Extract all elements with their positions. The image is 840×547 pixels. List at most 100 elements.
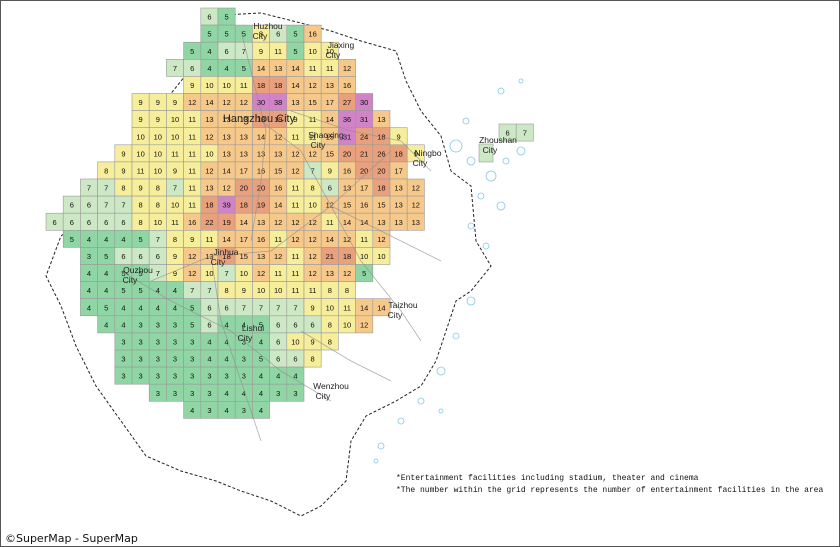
grid-cell-value: 3 (121, 337, 125, 346)
grid-cell-value: 4 (259, 337, 263, 346)
zhoushan-grid-cell-value: 7 (523, 129, 527, 138)
grid-cell-value: 10 (171, 132, 179, 141)
grid-cell-value: 4 (207, 64, 211, 73)
city-label[interactable]: Hangzhou City (223, 113, 296, 125)
city-label-suffix: City (311, 140, 326, 150)
grid-cell-value: 10 (136, 132, 144, 141)
grid-cell-value: 7 (156, 235, 160, 244)
city-label-suffix: City (123, 275, 138, 285)
grid-cell-value: 11 (309, 286, 317, 295)
map-credit: ©SuperMap - SuperMap (5, 532, 138, 545)
grid-cell-value: 3 (242, 372, 246, 381)
grid-cell-value: 13 (377, 115, 385, 124)
city-label[interactable]: Jiaxing (328, 40, 355, 50)
grid-cell-value: 6 (276, 337, 280, 346)
grid-cell-value: 4 (207, 337, 211, 346)
city-label[interactable]: Lishui (242, 323, 264, 333)
island (377, 442, 385, 450)
grid-cell-value: 4 (121, 235, 125, 244)
island (497, 87, 505, 95)
grid-cell-value: 12 (412, 184, 420, 193)
grid-cell-value: 13 (222, 132, 230, 141)
island (482, 242, 490, 250)
grid-cell-value: 3 (156, 372, 160, 381)
grid-cell-value: 11 (326, 64, 334, 73)
grid-cell-value: 3 (139, 320, 143, 329)
grid-cell-value: 3 (173, 320, 177, 329)
grid-cell-value: 6 (70, 201, 74, 210)
grid-cell-value: 4 (104, 269, 108, 278)
grid-cell-value: 4 (121, 303, 125, 312)
grid-cell-value: 18 (377, 184, 385, 193)
city-label[interactable]: Ningbo (415, 148, 442, 158)
grid-cell-value: 18 (343, 252, 351, 261)
grid-cell-value: 7 (87, 184, 91, 193)
grid-cell-value: 4 (87, 286, 91, 295)
city-label[interactable]: Jinhua (213, 247, 238, 257)
grid-cell-value: 12 (377, 235, 385, 244)
grid-cell-value: 5 (362, 269, 366, 278)
island (436, 366, 446, 376)
zhejiang-entertainment-map[interactable]: 6 5 5 5 5 8 6 5 16 5 4 6 7 9 11 5 10 10 7 6 4 4 5 14 13 14 11 11 12 9… (1, 1, 839, 546)
grid-cell-value: 12 (291, 218, 299, 227)
grid-cell-value: 13 (274, 149, 282, 158)
note-grid-number-meaning: *The number within the grid represents t… (396, 486, 824, 495)
grid-cell-value: 11 (343, 303, 351, 312)
grid-cell-value: 3 (207, 372, 211, 381)
grid-cell-value: 11 (240, 81, 248, 90)
island (449, 139, 463, 153)
grid-cell-value: 12 (343, 64, 351, 73)
grid-cell-value: 10 (257, 286, 265, 295)
grid-cell-value: 3 (242, 355, 246, 364)
grid-cell-value: 17 (240, 166, 248, 175)
grid-cell-value: 16 (274, 184, 282, 193)
grid-cell-value: 14 (240, 218, 248, 227)
grid-cell-value: 38 (274, 98, 282, 107)
grid-cell-value: 10 (360, 252, 368, 261)
grid-cell-value: 6 (311, 320, 315, 329)
grid-cell-value: 3 (190, 389, 194, 398)
city-label[interactable]: Huzhou (253, 21, 283, 31)
grid-cell-value: 18 (394, 149, 402, 158)
grid-cell-value: 3 (173, 372, 177, 381)
grid-cell-value: 20 (360, 166, 368, 175)
grid-cell-value: 5 (242, 64, 246, 73)
grid-cell-value: 9 (259, 47, 263, 56)
grid-cell-value: 18 (240, 201, 248, 210)
grid-cell-value: 5 (121, 286, 125, 295)
city-label[interactable]: Wenzhou (313, 381, 349, 391)
grid-cell-value: 7 (173, 184, 177, 193)
grid-cell-value: 15 (326, 149, 334, 158)
grid-cell-value: 13 (394, 184, 402, 193)
grid-cell-value: 16 (343, 166, 351, 175)
grid-cell-value: 4 (87, 235, 91, 244)
grid-cell-value: 7 (104, 184, 108, 193)
grid-cell-value: 8 (311, 184, 315, 193)
city-label[interactable]: Zhoushan (479, 135, 517, 145)
grid-cell-value: 12 (188, 252, 196, 261)
city-label[interactable]: Taizhou (388, 300, 418, 310)
grid-cell-value: 11 (171, 149, 179, 158)
city-label[interactable]: Quzhou (123, 265, 153, 275)
grid-cell-value: 3 (173, 355, 177, 364)
grid-cell-value: 12 (412, 201, 420, 210)
grid-cell-value: 8 (139, 201, 143, 210)
grid-cell-value: 7 (156, 269, 160, 278)
grid-cell-value: 8 (328, 337, 332, 346)
grid-cell-value: 5 (190, 320, 194, 329)
grid-cell-value: 12 (308, 235, 316, 244)
grid-cell-value: 6 (276, 355, 280, 364)
island (496, 201, 506, 211)
grid-cell-value: 13 (326, 81, 334, 90)
grid-cell-value: 11 (292, 201, 300, 210)
grid-cell-value: 4 (207, 47, 211, 56)
grid-cell-value: 8 (156, 201, 160, 210)
note-entertainment-types: *Entertainment facilities including stad… (396, 474, 699, 483)
grid-cell-value: 7 (190, 286, 194, 295)
grid-cell-value: 12 (308, 149, 316, 158)
grid-cell-value: 4 (104, 286, 108, 295)
grid-cell-value: 14 (274, 201, 282, 210)
grid-cell-value: 10 (154, 218, 162, 227)
city-label[interactable]: Shaoxing (308, 130, 344, 140)
grid-cell-value: 5 (225, 13, 229, 22)
